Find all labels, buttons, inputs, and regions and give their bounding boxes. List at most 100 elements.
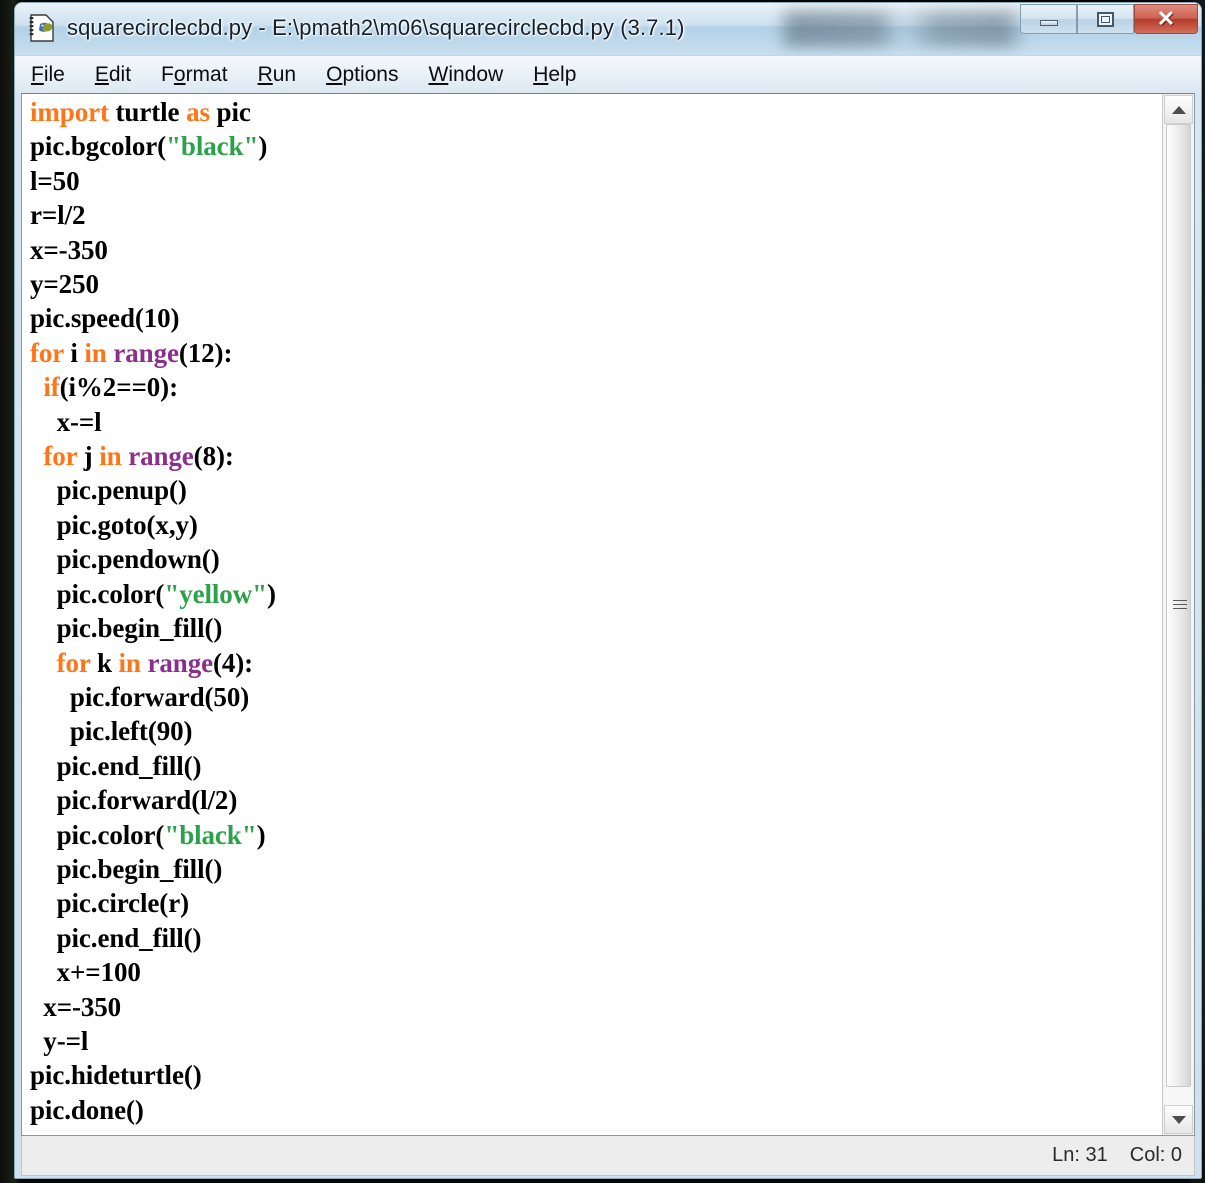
chevron-up-icon (1171, 105, 1186, 114)
code-token-kw: if (43, 372, 60, 403)
code-token-pl: r=l/2 (30, 200, 86, 231)
code-token-kw: for (30, 337, 64, 368)
menu-item-help[interactable]: Help (533, 63, 576, 87)
code-token-pl: ) (256, 819, 266, 850)
code-token-pl: l=50 (30, 165, 80, 196)
code-token-pl: pic.circle(r) (30, 888, 189, 919)
code-token-str: "black" (166, 131, 259, 162)
code-token-pl: pic.done() (30, 1094, 144, 1125)
code-line: x=-350 (30, 233, 1154, 267)
menu-bar: File Edit Format Run Options Window Help (15, 55, 1201, 93)
code-token-pl: pic.color( (30, 819, 165, 850)
code-line: import turtle as pic (30, 95, 1154, 129)
code-token-kw: for (56, 647, 91, 678)
code-line: pic.done() (30, 1093, 1154, 1127)
code-line: x+=100 (30, 955, 1154, 989)
code-line: pic.begin_fill() (30, 611, 1154, 645)
code-token-kw: in (84, 337, 107, 368)
grip-lines-icon (1173, 600, 1187, 611)
idle-editor-window: squarecirclecbd.py - E:\pmath2\m06\squar… (14, 2, 1202, 1179)
minimize-button[interactable] (1020, 4, 1077, 34)
code-token-kw: for (43, 441, 77, 472)
code-token-pl: pic.pendown() (30, 544, 220, 575)
code-token-pl: x=-350 (30, 991, 122, 1022)
code-line: for j in range(8): (30, 439, 1154, 473)
minimize-icon (1039, 20, 1058, 26)
code-line: pic.forward(50) (30, 680, 1154, 714)
code-line: r=l/2 (30, 198, 1154, 232)
code-token-pl: turtle (108, 97, 187, 127)
code-token-pl: pic.begin_fill() (30, 853, 223, 884)
code-token-kw: in (99, 441, 122, 472)
code-token-pl: pic.left(90) (30, 716, 193, 747)
vertical-scrollbar[interactable] (1162, 94, 1194, 1135)
code-token-pl: pic.color( (30, 578, 165, 609)
status-bar: Ln: 31 Col: 0 (21, 1136, 1195, 1176)
code-line: pic.begin_fill() (30, 852, 1154, 886)
code-line: pic.left(90) (30, 714, 1154, 748)
menu-item-format[interactable]: Format (161, 63, 228, 87)
code-token-pl: (i%2==0): (59, 372, 178, 403)
scrollbar-track[interactable] (1164, 124, 1193, 1105)
code-token-pl: pic.end_fill() (30, 922, 202, 953)
code-token-pl: pic.speed(10) (30, 303, 180, 334)
code-token-pl: y-=l (30, 1025, 89, 1056)
code-line: pic.bgcolor("black") (30, 129, 1154, 163)
code-line: pic.forward(l/2) (30, 783, 1154, 817)
menu-item-edit[interactable]: Edit (95, 63, 131, 87)
code-line: y-=l (30, 1024, 1154, 1058)
code-token-bi: range (113, 337, 179, 368)
code-token-pl: y=250 (30, 269, 99, 300)
code-token-bi: range (128, 441, 194, 472)
status-position: Ln: 31 Col: 0 (1052, 1144, 1182, 1167)
code-token-str: "yellow" (164, 578, 267, 609)
maximize-icon (1097, 11, 1114, 27)
menu-item-window[interactable]: Window (428, 63, 503, 87)
code-line: pic.circle(r) (30, 886, 1154, 920)
code-token-str: "black" (164, 819, 257, 850)
code-token-pl: pic.forward(l/2) (30, 785, 238, 816)
code-token-pl: x=-350 (30, 234, 108, 265)
code-line: pic.hideturtle() (30, 1058, 1154, 1092)
code-line: pic.speed(10) (30, 301, 1154, 335)
code-text[interactable]: import turtle as pic pic.bgcolor("black")… (30, 95, 1154, 1127)
code-token-pl: ) (266, 578, 276, 609)
menu-item-file[interactable]: File (31, 63, 65, 87)
menu-item-options[interactable]: Options (326, 63, 398, 87)
scroll-down-button[interactable] (1164, 1105, 1193, 1134)
code-token-pl: (12): (178, 337, 233, 368)
code-token-pl: k (90, 647, 119, 678)
menu-item-run[interactable]: Run (258, 63, 297, 87)
code-editor[interactable]: import turtle as pic pic.bgcolor("black")… (21, 93, 1195, 1136)
status-column-number: Col: 0 (1129, 1144, 1182, 1166)
code-line: pic.pendown() (30, 542, 1154, 576)
scrollbar-thumb[interactable] (1166, 124, 1191, 1087)
code-line: x-=l (30, 405, 1154, 439)
code-line: for i in range(12): (30, 336, 1154, 370)
scroll-up-button[interactable] (1164, 95, 1193, 124)
code-line: pic.end_fill() (30, 749, 1154, 783)
code-line: pic.goto(x,y) (30, 508, 1154, 542)
status-line-number: Ln: 31 (1052, 1144, 1108, 1166)
code-line: for k in range(4): (30, 646, 1154, 680)
maximize-button[interactable] (1077, 4, 1134, 34)
code-token-pl: x-=l (30, 406, 102, 437)
code-token-pl: pic.begin_fill() (30, 613, 223, 644)
code-line: l=50 (30, 164, 1154, 198)
code-token-pl: pic.hideturtle() (30, 1060, 202, 1091)
code-line: pic.penup() (30, 473, 1154, 507)
code-token-pl: pic.end_fill() (30, 750, 202, 781)
code-token-pl: pic.forward(50) (30, 681, 250, 712)
code-token-pl: pic (209, 97, 251, 127)
title-bar[interactable]: squarecirclecbd.py - E:\pmath2\m06\squar… (15, 3, 1201, 55)
code-token-pl: j (77, 441, 100, 472)
code-line: if(i%2==0): (30, 370, 1154, 404)
code-token-pl: x+=100 (30, 957, 141, 988)
code-token-pl: (8): (193, 441, 234, 472)
close-button[interactable]: ✕ (1134, 4, 1198, 34)
code-token-pl: pic.bgcolor( (30, 131, 167, 162)
